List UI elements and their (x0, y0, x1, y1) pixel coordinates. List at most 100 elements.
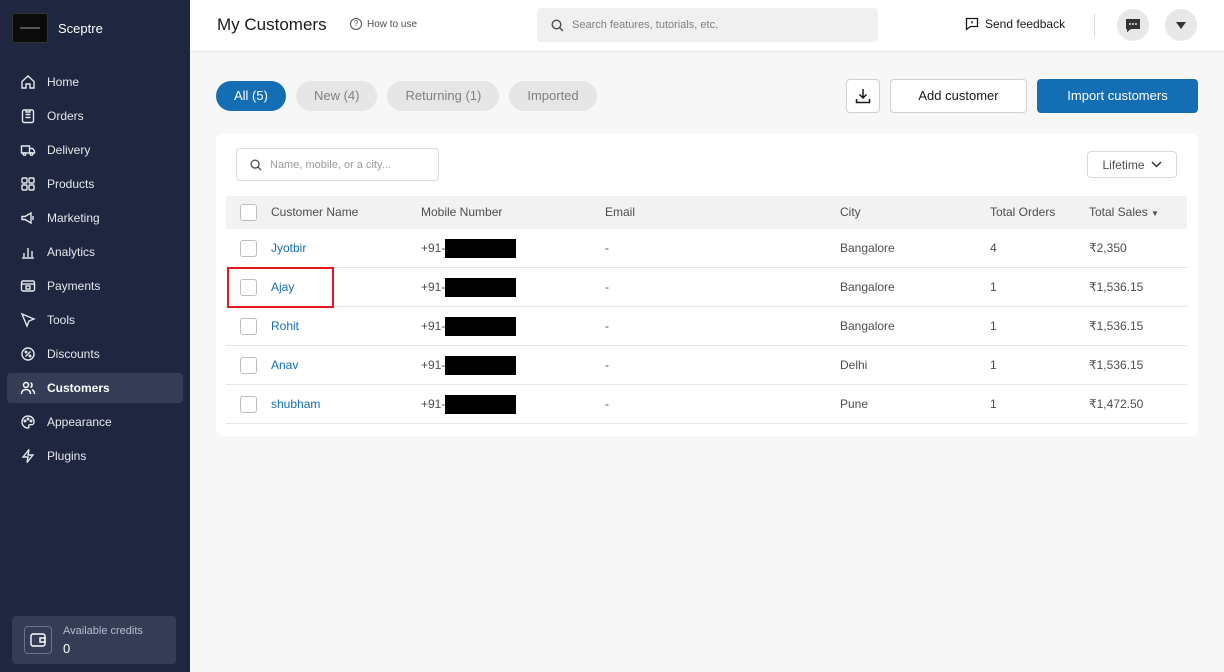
global-search[interactable] (537, 8, 878, 42)
city: Bangalore (840, 241, 895, 255)
orders-icon (21, 109, 35, 124)
tab-new[interactable]: New (4) (295, 81, 378, 111)
discount-icon (21, 347, 35, 361)
sidebar-item-discounts[interactable]: Discounts (7, 339, 183, 369)
mobile-number: +91- (421, 397, 446, 411)
how-to-use-link[interactable]: ? How to use (350, 18, 417, 30)
store-name: Sceptre (58, 20, 103, 36)
customer-search[interactable] (236, 148, 439, 181)
feedback-icon (965, 17, 979, 31)
city: Bangalore (840, 319, 895, 333)
select-all-checkbox[interactable] (240, 204, 257, 221)
city: Bangalore (840, 280, 895, 294)
sidebar-item-label: Payments (47, 279, 101, 293)
sidebar-item-customers[interactable]: Customers (7, 373, 183, 403)
chat-icon (1126, 19, 1140, 32)
table-row[interactable]: Rohit +91- - Bangalore 1 ₹1,536.15 (226, 307, 1187, 346)
customers-table-card: Lifetime Customer Name Mobile Number Ema… (216, 134, 1198, 436)
email: - (605, 397, 609, 411)
row-checkbox[interactable] (240, 318, 257, 335)
tab-all[interactable]: All (5) (216, 81, 286, 111)
send-feedback-button[interactable]: Send feedback (965, 17, 1065, 31)
customer-name-link[interactable]: shubham (271, 385, 320, 424)
sidebar-item-appearance[interactable]: Appearance (7, 407, 183, 437)
customer-filter-tabs: All (5) New (4) Returning (1) Imported (216, 81, 607, 111)
sidebar-item-products[interactable]: Products (7, 169, 183, 199)
tab-imported[interactable]: Imported (509, 81, 597, 111)
column-mobile-number[interactable]: Mobile Number (421, 196, 502, 229)
customer-name-link[interactable]: Anav (271, 346, 298, 385)
sidebar-item-label: Discounts (47, 347, 100, 361)
sidebar: Sceptre Home Orders Delivery Products Ma… (0, 0, 190, 672)
sidebar-item-delivery[interactable]: Delivery (7, 135, 183, 165)
bolt-icon (21, 449, 35, 463)
email: - (605, 358, 609, 372)
table-row[interactable]: Ajay +91- - Bangalore 1 ₹1,536.15 (226, 268, 1187, 307)
column-total-sales[interactable]: Total Sales ▼ (1089, 196, 1159, 230)
sidebar-item-label: Appearance (47, 415, 112, 429)
table-row[interactable]: shubham +91- - Pune 1 ₹1,472.50 (226, 385, 1187, 424)
city: Delhi (840, 358, 868, 372)
row-checkbox[interactable] (240, 357, 257, 374)
download-icon (855, 89, 871, 104)
cursor-icon (20, 312, 36, 328)
period-dropdown[interactable]: Lifetime (1087, 151, 1177, 178)
add-customer-button[interactable]: Add customer (890, 79, 1027, 113)
store-logo (12, 13, 48, 43)
page-title: My Customers (217, 15, 327, 34)
import-customers-button[interactable]: Import customers (1037, 79, 1198, 113)
search-icon (551, 18, 564, 31)
customer-name-link[interactable]: Jyotbir (271, 229, 306, 268)
row-checkbox[interactable] (240, 396, 257, 413)
total-orders: 1 (990, 358, 997, 372)
sidebar-item-home[interactable]: Home (7, 67, 183, 97)
sidebar-item-label: Plugins (47, 449, 87, 463)
chevron-down-icon (1150, 161, 1162, 168)
sidebar-item-label: Orders (47, 109, 84, 123)
total-sales: ₹2,350 (1089, 241, 1127, 255)
mobile-number: +91- (421, 241, 446, 255)
redacted-block (445, 356, 516, 375)
chat-button[interactable] (1117, 9, 1149, 41)
row-checkbox[interactable] (240, 279, 257, 296)
sidebar-item-payments[interactable]: Payments (7, 271, 183, 301)
redacted-block (445, 395, 516, 414)
sidebar-item-label: Products (47, 177, 95, 191)
table-row[interactable]: Anav +91- - Delhi 1 ₹1,536.15 (226, 346, 1187, 385)
available-credits[interactable]: Available credits 0 (12, 616, 176, 664)
column-total-orders[interactable]: Total Orders (990, 196, 1055, 229)
chart-icon (22, 248, 34, 259)
total-sales: ₹1,536.15 (1089, 358, 1144, 372)
sidebar-item-tools[interactable]: Tools (7, 305, 183, 335)
column-customer-name[interactable]: Customer Name (271, 196, 358, 229)
credits-label: Available credits (63, 624, 143, 637)
customer-search-input[interactable] (270, 158, 430, 171)
wallet-icon (20, 280, 36, 292)
total-orders: 1 (990, 319, 997, 333)
search-input[interactable] (572, 19, 852, 31)
column-email[interactable]: Email (605, 196, 635, 229)
column-city[interactable]: City (840, 196, 861, 229)
credits-value: 0 (63, 640, 71, 656)
redacted-block (445, 239, 516, 258)
sidebar-item-orders[interactable]: Orders (7, 101, 183, 131)
customer-name-link[interactable]: Ajay (271, 268, 294, 307)
account-menu-button[interactable] (1165, 9, 1197, 41)
customer-name-link[interactable]: Rohit (271, 307, 299, 346)
sidebar-item-plugins[interactable]: Plugins (7, 441, 183, 471)
table-row[interactable]: Jyotbir +91- - Bangalore 4 ₹2,350 (226, 229, 1187, 268)
grid-icon (21, 177, 35, 191)
wallet-icon (24, 626, 52, 654)
sidebar-item-marketing[interactable]: Marketing (7, 203, 183, 233)
how-to-use-label: How to use (367, 18, 418, 30)
download-button[interactable] (846, 79, 880, 113)
sidebar-nav: Home Orders Delivery Products Marketing … (0, 67, 190, 471)
brand[interactable]: Sceptre (0, 0, 190, 56)
top-header: My Customers ? How to use Send feedback (190, 0, 1224, 52)
total-sales: ₹1,472.50 (1089, 397, 1144, 411)
tab-returning[interactable]: Returning (1) (387, 81, 500, 111)
email: - (605, 280, 609, 294)
row-checkbox[interactable] (240, 240, 257, 257)
sidebar-item-analytics[interactable]: Analytics (7, 237, 183, 267)
total-orders: 1 (990, 397, 997, 411)
